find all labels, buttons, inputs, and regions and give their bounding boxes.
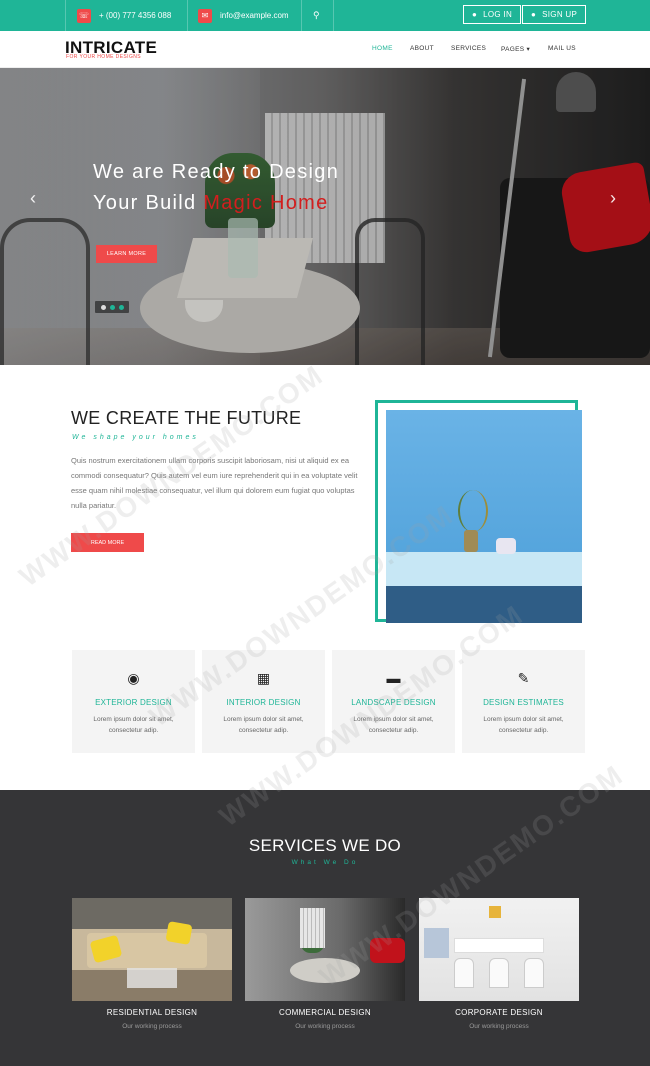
feature-desc: Lorem ipsum dolor sit amet, consectetur a…: [202, 714, 325, 736]
feature-title: INTERIOR DESIGN: [226, 698, 301, 707]
feature-card[interactable]: ▬ LANDSCAPE DESIGN Lorem ipsum dolor sit…: [332, 650, 455, 753]
feature-desc-line: consectetur adip.: [238, 727, 289, 734]
hero-slider: [0, 68, 650, 365]
nav-mail[interactable]: MAIL US: [548, 45, 576, 52]
service-image-corporate[interactable]: [419, 898, 579, 1001]
services-title: SERVICES WE DO: [248, 836, 402, 855]
user-icon: ●: [472, 10, 478, 19]
feature-title: DESIGN ESTIMATES: [483, 698, 564, 707]
phone-contact[interactable]: ☏ + (00) 777 4356 088: [77, 0, 171, 31]
residential-photo-table: [127, 968, 177, 988]
slider-dot[interactable]: [118, 304, 124, 310]
user-icon: ●: [531, 10, 537, 19]
corporate-photo-table: [454, 938, 544, 953]
commercial-photo-table: [290, 958, 360, 983]
service-title[interactable]: RESIDENTIAL DESIGN: [72, 1008, 232, 1017]
feature-desc: Lorem ipsum dolor sit amet, consectetur a…: [462, 714, 585, 736]
divider: [187, 0, 188, 31]
corporate-photo-chair: [454, 958, 474, 988]
services-subtitle: What We Do: [291, 859, 359, 866]
feature-card[interactable]: ◉ EXTERIOR DESIGN Lorem ipsum dolor sit …: [72, 650, 195, 753]
nav-home[interactable]: HOME: [372, 45, 393, 52]
eye-icon: ◉: [127, 670, 140, 686]
service-subtitle: Our working process: [469, 1023, 529, 1030]
caret-down-icon: ▾: [526, 46, 531, 53]
about-photo-pot: [464, 530, 478, 552]
feature-title: LANDSCAPE DESIGN: [351, 698, 436, 707]
read-more-button[interactable]: READ MORE: [71, 533, 144, 552]
search-icon[interactable]: ⚲: [313, 0, 320, 31]
envelope-icon: ✉: [198, 8, 212, 23]
chevron-left-icon[interactable]: ‹: [30, 188, 36, 209]
service-image-residential[interactable]: [72, 898, 232, 1001]
about-title: WE CREATE THE FUTURE: [71, 408, 302, 428]
about-body: Quis nostrum exercitationem ullam corpor…: [71, 456, 358, 510]
about-photo-jar: [496, 538, 516, 554]
about-photo-desk-base: [386, 586, 582, 623]
service-title[interactable]: COMMERCIAL DESIGN: [245, 1008, 405, 1017]
eraser-icon: ▬: [386, 670, 401, 686]
divider: [333, 0, 334, 31]
edit-icon: ✎: [517, 670, 530, 686]
feature-desc-line: consectetur adip.: [368, 727, 419, 734]
hero-title-highlight: Magic Home: [203, 192, 329, 214]
commercial-photo-pillow: [370, 938, 405, 963]
chevron-right-icon[interactable]: ›: [610, 188, 616, 209]
feature-title: EXTERIOR DESIGN: [95, 698, 172, 707]
service-subtitle: Our working process: [122, 1023, 182, 1030]
corporate-photo-frame: [489, 906, 501, 918]
login-button[interactable]: ● LOG IN: [463, 5, 522, 24]
divider: [301, 0, 302, 31]
signup-label: SIGN UP: [542, 10, 578, 19]
main-header: INTRICATE FOR YOUR HOME DESIGNS HOME ABO…: [0, 31, 650, 68]
feature-desc-line: Lorem ipsum dolor sit amet,: [93, 716, 174, 723]
residential-photo-pillow: [165, 921, 193, 945]
slider-dot[interactable]: [100, 304, 106, 310]
phone-icon: ☏: [77, 8, 91, 23]
corporate-photo-chair: [489, 958, 509, 988]
feature-desc-line: Lorem ipsum dolor sit amet,: [353, 716, 434, 723]
email-address: info@example.com: [220, 11, 289, 20]
about-photo-plant: [458, 490, 488, 532]
email-contact[interactable]: ✉ info@example.com: [198, 0, 289, 31]
nav-pages-label: PAGES: [501, 46, 525, 53]
about-photo-desk: [386, 552, 582, 586]
feature-desc-line: consectetur adip.: [498, 727, 549, 734]
signup-button[interactable]: ● SIGN UP: [522, 5, 587, 24]
service-subtitle: Our working process: [295, 1023, 355, 1030]
feature-desc-line: consectetur adip.: [108, 727, 159, 734]
feature-desc: Lorem ipsum dolor sit amet, consectetur a…: [332, 714, 455, 736]
phone-number: + (00) 777 4356 088: [99, 11, 172, 20]
learn-more-button[interactable]: LEARN MORE: [96, 245, 157, 263]
service-title[interactable]: CORPORATE DESIGN: [419, 1008, 579, 1017]
about-image: [386, 410, 582, 623]
feature-desc-line: Lorem ipsum dolor sit amet,: [223, 716, 304, 723]
feature-desc: Lorem ipsum dolor sit amet, consectetur a…: [72, 714, 195, 736]
divider: [65, 0, 66, 31]
slider-dot[interactable]: [109, 304, 115, 310]
about-subtitle: We shape your homes: [72, 434, 199, 441]
top-bar: ☏ + (00) 777 4356 088 ✉ info@example.com…: [0, 0, 650, 31]
service-image-commercial[interactable]: [245, 898, 405, 1001]
feature-card[interactable]: ✎ DESIGN ESTIMATES Lorem ipsum dolor sit…: [462, 650, 585, 753]
hero-title-text: Your Build: [93, 192, 204, 214]
nav-pages[interactable]: PAGES ▾: [501, 45, 530, 53]
nav-services[interactable]: SERVICES: [451, 45, 486, 52]
commercial-photo-radiator: [300, 908, 325, 948]
slider-dots: [95, 301, 129, 313]
hero-title-line1: We are Ready to Design: [93, 161, 340, 183]
corporate-photo-window: [424, 928, 449, 958]
feature-desc-line: Lorem ipsum dolor sit amet,: [483, 716, 564, 723]
hero-title-line2: Your Build Magic Home: [93, 192, 329, 215]
feature-card[interactable]: ▦ INTERIOR DESIGN Lorem ipsum dolor sit …: [202, 650, 325, 753]
corporate-photo-chair: [524, 958, 544, 988]
login-label: LOG IN: [483, 10, 513, 19]
site-tagline: FOR YOUR HOME DESIGNS: [66, 54, 141, 60]
nav-about[interactable]: ABOUT: [410, 45, 434, 52]
hero-overlay: [0, 68, 650, 365]
building-icon: ▦: [256, 670, 271, 686]
